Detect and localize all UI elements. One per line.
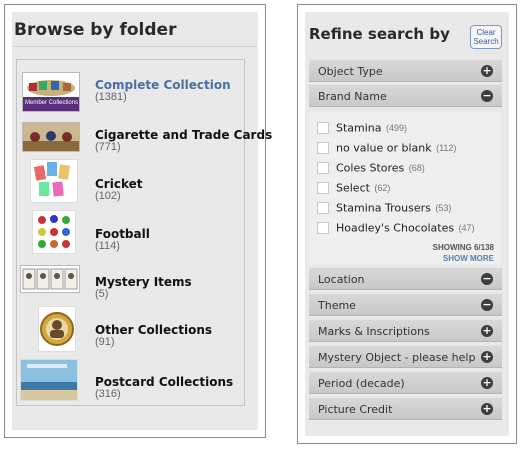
expand-icon[interactable]: + <box>481 351 493 363</box>
checkbox[interactable] <box>317 161 329 174</box>
show-more-link[interactable]: SHOW MORE <box>443 254 494 263</box>
expand-icon[interactable]: + <box>481 403 493 415</box>
brand-label: Stamina <box>336 121 382 135</box>
facet-theme[interactable]: Theme − <box>309 293 502 316</box>
brand-count: (499) <box>385 122 407 133</box>
facet-label: Brand Name <box>318 90 387 103</box>
folder-football[interactable]: Football (114) <box>17 210 244 258</box>
folder-other-collections[interactable]: Other Collections (91) <box>17 306 244 354</box>
folder-count: (102) <box>95 190 121 202</box>
cigarette-cards-thumbnail[interactable] <box>22 122 80 152</box>
expand-icon[interactable]: + <box>481 65 493 77</box>
facet-label: Period (decade) <box>318 377 405 390</box>
mystery-items-thumbnail[interactable] <box>20 265 80 293</box>
facet-location[interactable]: Location − <box>309 267 502 290</box>
brand-label: Stamina Trousers <box>336 201 431 215</box>
folder-cricket[interactable]: Cricket (102) <box>17 159 244 207</box>
refine-search-panel: Refine search by Clear Search Object Typ… <box>297 4 517 444</box>
brand-option[interactable]: Stamina Trousers (53) <box>317 199 451 215</box>
brand-name-options: Stamina (499) no value or blank (112) Co… <box>309 112 502 265</box>
browse-by-folder-panel: Browse by folder Member Collections Comp… <box>4 4 272 438</box>
folder-name[interactable]: Mystery Items <box>95 275 192 289</box>
brand-count: (68) <box>408 162 425 173</box>
checkbox[interactable] <box>317 121 329 134</box>
facet-object-type[interactable]: Object Type + <box>309 59 502 82</box>
facet-label: Location <box>318 273 365 286</box>
folder-mystery-items[interactable]: Mystery Items (5) <box>17 263 244 311</box>
postcard-collections-thumbnail[interactable] <box>20 359 78 401</box>
checkbox[interactable] <box>317 181 329 194</box>
brand-option[interactable]: Hoadley's Chocolates (47) <box>317 219 475 235</box>
cricket-thumbnail[interactable] <box>30 159 78 203</box>
facet-brand-name[interactable]: Brand Name − <box>309 84 502 107</box>
brand-label: Select <box>336 181 370 195</box>
checkbox[interactable] <box>317 141 329 154</box>
collapse-icon[interactable]: − <box>481 90 493 102</box>
folder-count: (771) <box>95 141 121 153</box>
facet-marks-inscriptions[interactable]: Marks & Inscriptions + <box>309 319 502 342</box>
brand-count: (112) <box>436 142 457 153</box>
facet-mystery-object[interactable]: Mystery Object - please help + <box>309 345 502 368</box>
collapse-icon[interactable]: − <box>481 299 493 311</box>
clear-search-button[interactable]: Clear Search <box>470 25 502 49</box>
facet-label: Picture Credit <box>318 403 393 416</box>
folder-postcard-collections[interactable]: Postcard Collections (316) <box>17 357 244 405</box>
facet-label: Marks & Inscriptions <box>318 325 430 338</box>
folder-count: (114) <box>95 240 120 252</box>
browse-title: Browse by folder <box>14 20 177 40</box>
expand-icon[interactable]: + <box>481 377 493 389</box>
folder-complete-collection[interactable]: Member Collections Complete Collection (… <box>17 68 244 116</box>
brand-option[interactable]: Coles Stores (68) <box>317 159 425 175</box>
expand-icon[interactable]: + <box>481 325 493 337</box>
folder-count: (91) <box>95 336 115 348</box>
clear-label-line1: Clear <box>476 28 496 37</box>
folder-count: (316) <box>95 388 121 400</box>
checkbox[interactable] <box>317 221 329 234</box>
clear-label-line2: Search <box>473 37 499 46</box>
brand-count: (62) <box>374 182 391 193</box>
folder-name[interactable]: Complete Collection <box>95 78 231 92</box>
facet-label: Mystery Object - please help <box>318 351 476 364</box>
brand-label: no value or blank <box>336 141 432 155</box>
facet-label: Theme <box>318 299 356 312</box>
brand-option[interactable]: no value or blank (112) <box>317 139 456 155</box>
thumbnail-caption: Member Collections <box>25 100 79 106</box>
facet-picture-credit[interactable]: Picture Credit + <box>309 397 502 420</box>
folder-name[interactable]: Football <box>95 227 150 241</box>
folder-list: Member Collections Complete Collection (… <box>16 59 272 406</box>
showing-count: SHOWING 6/138 <box>432 243 494 252</box>
brand-label: Hoadley's Chocolates <box>336 221 455 235</box>
refine-title: Refine search by <box>309 25 450 43</box>
brand-option[interactable]: Select (62) <box>317 179 390 195</box>
folder-count: (1381) <box>95 91 127 103</box>
brand-count: (47) <box>458 222 475 233</box>
title-divider <box>13 46 257 47</box>
folder-name[interactable]: Other Collections <box>95 323 212 337</box>
folder-name[interactable]: Cricket <box>95 177 142 191</box>
football-thumbnail[interactable] <box>32 210 76 254</box>
folder-count: (5) <box>95 288 109 300</box>
collapse-icon[interactable]: − <box>481 273 493 285</box>
facet-label: Object Type <box>318 65 383 78</box>
brand-count: (53) <box>435 202 452 213</box>
checkbox[interactable] <box>317 201 329 214</box>
folder-name[interactable]: Postcard Collections <box>95 375 233 389</box>
complete-collection-thumbnail[interactable]: Member Collections <box>22 72 80 112</box>
folder-name[interactable]: Cigarette and Trade Cards <box>95 128 272 142</box>
facet-period-decade[interactable]: Period (decade) + <box>309 371 502 394</box>
brand-option[interactable]: Stamina (499) <box>317 119 407 135</box>
other-collections-thumbnail[interactable] <box>38 306 76 352</box>
brand-label: Coles Stores <box>336 161 405 175</box>
